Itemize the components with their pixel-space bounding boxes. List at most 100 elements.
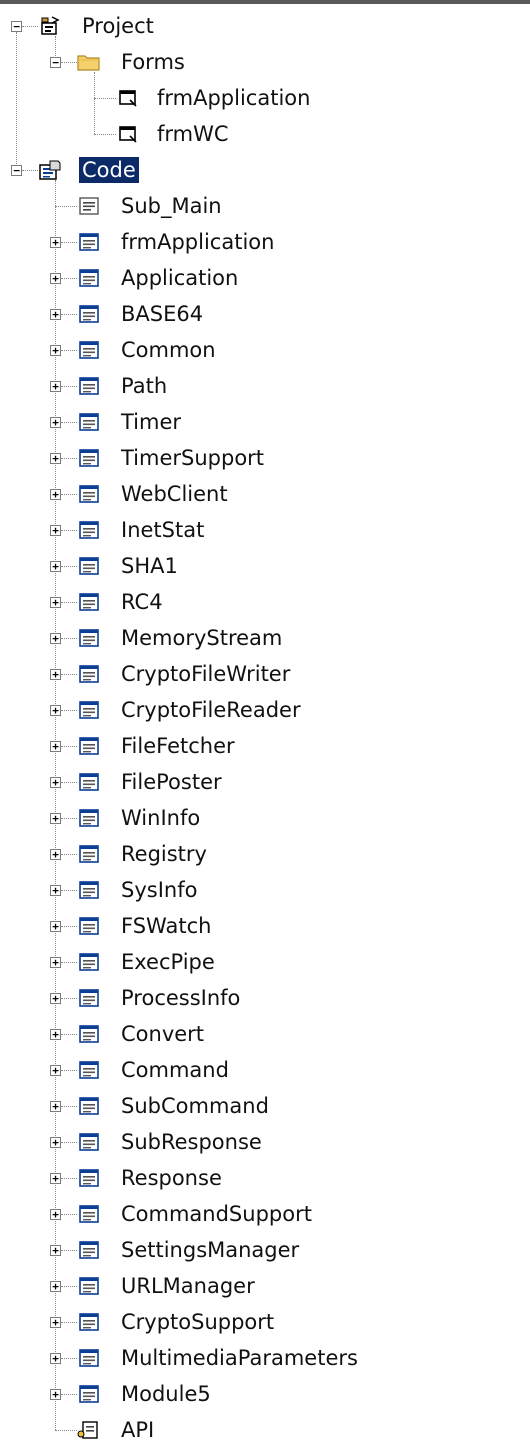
tree-node-code-item[interactable]: + SubCommand <box>0 1088 530 1124</box>
expand-toggle[interactable]: + <box>50 1173 61 1184</box>
tree-node-code-item[interactable]: + InetStat <box>0 512 530 548</box>
tree-node-code-item[interactable]: + TimerSupport <box>0 440 530 476</box>
collapse-toggle[interactable]: − <box>11 21 22 32</box>
expand-toggle[interactable]: + <box>50 237 61 248</box>
expand-toggle[interactable]: + <box>50 561 61 572</box>
tree-node-code-item[interactable]: + WinInfo <box>0 800 530 836</box>
tree-node-code-item[interactable]: + Module5 <box>0 1376 530 1412</box>
tree-node-code-item[interactable]: + CryptoFileWriter <box>0 656 530 692</box>
tree-node-code-item[interactable]: + FSWatch <box>0 908 530 944</box>
class-icon <box>79 1385 99 1403</box>
tree-node-code-item[interactable]: Sub_Main <box>0 188 530 224</box>
class-icon <box>79 413 99 431</box>
expand-toggle[interactable]: + <box>50 1353 61 1364</box>
tree-node-code-item[interactable]: + Application <box>0 260 530 296</box>
expand-toggle[interactable]: + <box>50 1317 61 1328</box>
expand-toggle[interactable]: + <box>50 633 61 644</box>
tree-node-code-item[interactable]: + Path <box>0 368 530 404</box>
expand-toggle[interactable]: + <box>50 813 61 824</box>
tree-node-code[interactable]: − Code <box>0 152 530 188</box>
interface-icon <box>77 1421 98 1439</box>
expand-toggle[interactable]: + <box>50 957 61 968</box>
class-icon <box>79 593 99 611</box>
tree-node-label: BASE64 <box>121 302 204 326</box>
tree-node-code-item[interactable]: + FilePoster <box>0 764 530 800</box>
tree-node-code-item[interactable]: + MemoryStream <box>0 620 530 656</box>
tree-node-project[interactable]: − Project <box>0 8 530 44</box>
expand-toggle[interactable]: + <box>50 849 61 860</box>
expand-toggle[interactable]: + <box>50 525 61 536</box>
collapse-toggle[interactable]: − <box>50 57 61 68</box>
tree-node-label: frmApplication <box>157 86 311 110</box>
tree-node-label: SHA1 <box>121 554 178 578</box>
expand-toggle[interactable]: + <box>50 1389 61 1400</box>
tree-node-code-item[interactable]: + Convert <box>0 1016 530 1052</box>
tree-node-code-item[interactable]: + FileFetcher <box>0 728 530 764</box>
tree-node-label: frmApplication <box>121 230 275 254</box>
tree-node-code-item[interactable]: + Registry <box>0 836 530 872</box>
class-icon <box>79 737 99 755</box>
tree-node-label: InetStat <box>121 518 205 542</box>
tree-node-label: WebClient <box>121 482 228 506</box>
module-icon <box>79 197 99 215</box>
tree-node-code-item[interactable]: + Timer <box>0 404 530 440</box>
tree-node-code-item[interactable]: + RC4 <box>0 584 530 620</box>
expand-toggle[interactable]: + <box>50 777 61 788</box>
expand-toggle[interactable]: + <box>50 1245 61 1256</box>
expand-toggle[interactable]: + <box>50 1281 61 1292</box>
expand-toggle[interactable]: + <box>50 417 61 428</box>
tree-node-label: URLManager <box>121 1274 255 1298</box>
tree-node-label: Path <box>121 374 168 398</box>
tree-node-form[interactable]: frmApplication <box>0 80 530 116</box>
expand-toggle[interactable]: + <box>50 993 61 1004</box>
expand-toggle[interactable]: + <box>50 921 61 932</box>
tree-node-label: MultimediaParameters <box>121 1346 358 1370</box>
tree-node-code-item[interactable]: + WebClient <box>0 476 530 512</box>
tree-node-code-item[interactable]: + frmApplication <box>0 224 530 260</box>
tree-node-label: Code <box>79 157 139 183</box>
tree-node-code-item[interactable]: + ProcessInfo <box>0 980 530 1016</box>
tree-node-code-item[interactable]: + SubResponse <box>0 1124 530 1160</box>
tree-node-code-item[interactable]: + CryptoFileReader <box>0 692 530 728</box>
tree-node-code-item[interactable]: + Response <box>0 1160 530 1196</box>
tree-node-code-item[interactable]: API <box>0 1412 530 1448</box>
class-icon <box>79 1349 99 1367</box>
collapse-toggle[interactable]: − <box>11 165 22 176</box>
class-icon <box>79 773 99 791</box>
expand-toggle[interactable]: + <box>50 1029 61 1040</box>
expand-toggle[interactable]: + <box>50 597 61 608</box>
expand-toggle[interactable]: + <box>50 453 61 464</box>
expand-toggle[interactable]: + <box>50 1065 61 1076</box>
expand-toggle[interactable]: + <box>50 1137 61 1148</box>
class-icon <box>79 233 99 251</box>
tree-node-code-item[interactable]: + CryptoSupport <box>0 1304 530 1340</box>
tree-node-code-item[interactable]: + SettingsManager <box>0 1232 530 1268</box>
expand-toggle[interactable]: + <box>50 309 61 320</box>
expand-toggle[interactable]: + <box>50 489 61 500</box>
expand-toggle[interactable]: + <box>50 273 61 284</box>
expand-toggle[interactable]: + <box>50 705 61 716</box>
expand-toggle[interactable]: + <box>50 381 61 392</box>
tree-node-code-item[interactable]: + MultimediaParameters <box>0 1340 530 1376</box>
class-icon <box>79 1133 99 1151</box>
tree-node-code-item[interactable]: + ExecPipe <box>0 944 530 980</box>
expand-toggle[interactable]: + <box>50 741 61 752</box>
tree-node-label: RC4 <box>121 590 163 614</box>
tree-node-form[interactable]: frmWC <box>0 116 530 152</box>
tree-node-code-item[interactable]: + BASE64 <box>0 296 530 332</box>
expand-toggle[interactable]: + <box>50 1209 61 1220</box>
expand-toggle[interactable]: + <box>50 1101 61 1112</box>
class-icon <box>79 557 99 575</box>
expand-toggle[interactable]: + <box>50 669 61 680</box>
tree-node-code-item[interactable]: + Command <box>0 1052 530 1088</box>
expand-toggle[interactable]: + <box>50 345 61 356</box>
tree-node-code-item[interactable]: + URLManager <box>0 1268 530 1304</box>
tree-node-code-item[interactable]: + Common <box>0 332 530 368</box>
tree-node-forms[interactable]: − Forms <box>0 44 530 80</box>
tree-node-code-item[interactable]: + SysInfo <box>0 872 530 908</box>
tree-node-code-item[interactable]: + SHA1 <box>0 548 530 584</box>
tree-node-label: ProcessInfo <box>121 986 241 1010</box>
class-icon <box>79 701 99 719</box>
expand-toggle[interactable]: + <box>50 885 61 896</box>
tree-node-code-item[interactable]: + CommandSupport <box>0 1196 530 1232</box>
